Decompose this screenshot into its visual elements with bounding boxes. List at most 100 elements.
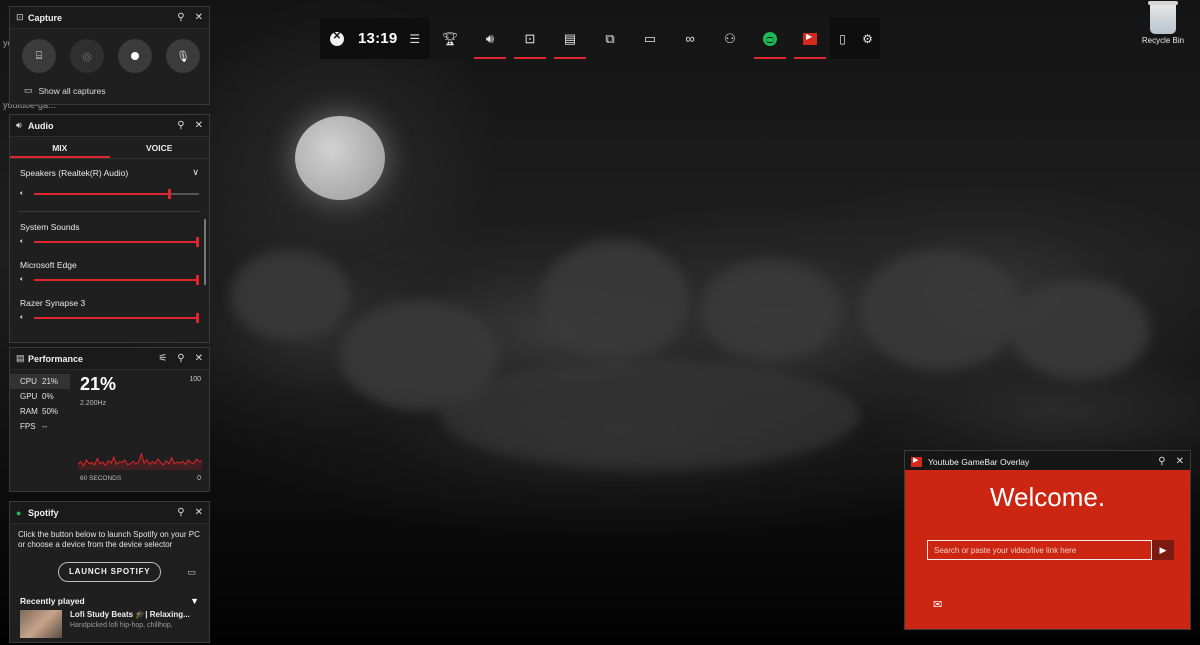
cpu-frequency: 2.200Hz [80, 400, 107, 407]
mic-toggle-button[interactable]: 🎙︎ [166, 39, 200, 73]
mail-icon[interactable]: ✉ [933, 598, 942, 611]
audio-icon[interactable]: 🔊︎ [470, 18, 510, 59]
device-selector-icon[interactable]: ▭ [187, 567, 196, 578]
spotify-logo [763, 31, 777, 46]
app-name: Razer Synapse 3 [20, 298, 86, 308]
app-volume-slider[interactable]: 🔈︎ [10, 234, 209, 250]
app-volume-thumb[interactable] [196, 275, 199, 285]
app-volume-thumb[interactable] [196, 237, 199, 247]
graph-min-label: 0 [197, 475, 201, 482]
screenshot-button[interactable]: ⌸ [22, 39, 56, 73]
capture-icon: ⊡ [16, 12, 24, 22]
launch-spotify-button[interactable]: LAUNCH SPOTIFY [58, 562, 162, 582]
mouse-icon[interactable]: ▯ [830, 18, 855, 59]
capture-widget: ⊡ Capture ⚲ ✕ ⌸ ◎ 🎙︎ ▭ Show all captures [9, 6, 210, 105]
app-volume-slider[interactable]: 🔈︎ [10, 272, 209, 288]
capture-controls: ⌸ ◎ 🎙︎ [10, 29, 209, 73]
audio-header[interactable]: 🔊︎ Audio ⚲ ✕ [10, 115, 209, 137]
pin-icon[interactable]: ⚲ [177, 353, 184, 364]
output-device-select[interactable]: Speakers (Realtek(R) Audio) ∨ [10, 159, 209, 178]
show-all-captures-link[interactable]: ▭ Show all captures [10, 73, 209, 96]
youtube-logo [803, 32, 817, 45]
performance-title: Performance [28, 353, 84, 364]
metric-ram[interactable]: RAM 50% [10, 404, 70, 419]
cloud [440, 360, 860, 470]
play-button[interactable]: ▶ [1152, 540, 1174, 560]
app-volume-track[interactable] [34, 237, 199, 247]
track-title: Lofi Study Beats 🎓| Relaxing... [70, 610, 190, 619]
performance-header[interactable]: ▤ Performance ⚟ ⚲ ✕ [10, 348, 209, 370]
youtube-overlay-icon[interactable] [790, 18, 830, 59]
audio-tabs: MIX VOICE [10, 137, 209, 159]
app-volume-thumb[interactable] [196, 313, 199, 323]
cpu-graph [78, 452, 202, 470]
game-bar-widgets: 🏆︎ 🔊︎ ⊡ ▤ ⧉ ▭ ∞ ⚇ [430, 18, 830, 59]
metric-list: CPU 21% GPU 0% RAM 50% FPS -- [10, 374, 70, 434]
audio-scrollbar[interactable] [204, 219, 206, 285]
chevron-down-icon: ▼ [190, 596, 199, 606]
metric-label: FPS [20, 422, 36, 431]
capture-header[interactable]: ⊡ Capture ⚲ ✕ [10, 7, 209, 29]
start-recording-button[interactable] [118, 39, 152, 73]
options-icon[interactable]: ⚟ [158, 353, 167, 364]
device-volume-thumb[interactable] [168, 189, 172, 199]
app-volume-track[interactable] [34, 275, 199, 285]
tab-voice[interactable]: VOICE [110, 137, 210, 158]
game-bar: 13:19 ☰ 🏆︎🔊︎⊡▤⧉▭∞⚇ ▯⚙ [320, 18, 880, 59]
spotify-launch-row: LAUNCH SPOTIFY ▭ [10, 550, 209, 582]
volume-icon: 🔈︎ [20, 276, 25, 283]
track-thumbnail [20, 610, 62, 638]
record-last-30s-button[interactable]: ◎ [70, 39, 104, 73]
game-bar-home: 13:19 ☰ [320, 18, 430, 59]
metric-label: GPU [20, 392, 38, 401]
social-icon[interactable]: ⚇ [710, 18, 750, 59]
device-volume-track[interactable] [34, 189, 199, 199]
video-link-input[interactable] [927, 540, 1152, 560]
settings-icon[interactable]: ⚙ [855, 18, 880, 59]
app-volume-slider[interactable]: 🔈︎ [10, 310, 209, 326]
widget-menu-icon[interactable]: ☰ [409, 32, 420, 46]
recycle-bin[interactable]: Recycle Bin [1140, 1, 1186, 45]
recently-played-header[interactable]: Recently played ▼ [10, 582, 209, 606]
recent-track[interactable]: Lofi Study Beats 🎓| Relaxing... Handpick… [10, 606, 209, 638]
close-icon[interactable]: ✕ [195, 353, 203, 364]
device-volume-slider[interactable]: 🔈︎ [10, 186, 209, 202]
app-volume-track[interactable] [34, 313, 199, 323]
youtube-body: Welcome. ▶ ✉ [905, 470, 1190, 629]
performance-icon[interactable]: ▤ [550, 18, 590, 59]
cloud [230, 250, 350, 340]
achievements-icon[interactable]: 🏆︎ [430, 18, 470, 59]
metric-cpu[interactable]: CPU 21% [10, 374, 70, 389]
metric-fps[interactable]: FPS -- [10, 419, 70, 434]
pin-icon[interactable]: ⚲ [177, 120, 184, 131]
youtube-logo-icon [911, 456, 922, 467]
capture-icon[interactable]: ⊡ [510, 18, 550, 59]
spotify-header[interactable]: ● Spotify ⚲ ✕ [10, 502, 209, 524]
pin-icon[interactable]: ⚲ [177, 12, 184, 23]
tab-mix[interactable]: MIX [10, 137, 110, 158]
metric-label: RAM [20, 407, 38, 416]
spotify-icon[interactable] [750, 18, 790, 59]
xbox-icon[interactable] [330, 31, 344, 46]
volume-icon: 🔈︎ [20, 238, 25, 245]
audio-title: Audio [28, 120, 54, 131]
chat-icon[interactable]: ⧉ [590, 18, 630, 59]
game-bar-right: ▯ ⚙ [830, 18, 880, 59]
close-icon[interactable]: ✕ [195, 120, 203, 131]
performance-widget: ▤ Performance ⚟ ⚲ ✕ CPU 21% GPU 0% RAM 50% FPS… [9, 347, 210, 492]
close-icon[interactable]: ✕ [195, 507, 203, 518]
device-volume-fill [34, 193, 170, 195]
app-volume-fill [34, 241, 199, 243]
spotify-widget: ● Spotify ⚲ ✕ Click the button below to … [9, 501, 210, 643]
metric-gpu[interactable]: GPU 0% [10, 389, 70, 404]
spotify-title: Spotify [28, 507, 59, 518]
app-name: Microsoft Edge [20, 260, 77, 270]
pin-icon[interactable]: ⚲ [177, 507, 184, 518]
recycle-bin-icon [1148, 1, 1178, 34]
metric-value: -- [42, 422, 48, 431]
gallery-icon[interactable]: ▭ [630, 18, 670, 59]
close-icon[interactable]: ✕ [1176, 456, 1184, 467]
close-icon[interactable]: ✕ [195, 12, 203, 23]
looking-for-group-icon[interactable]: ∞ [670, 18, 710, 59]
pin-icon[interactable]: ⚲ [1158, 456, 1165, 467]
